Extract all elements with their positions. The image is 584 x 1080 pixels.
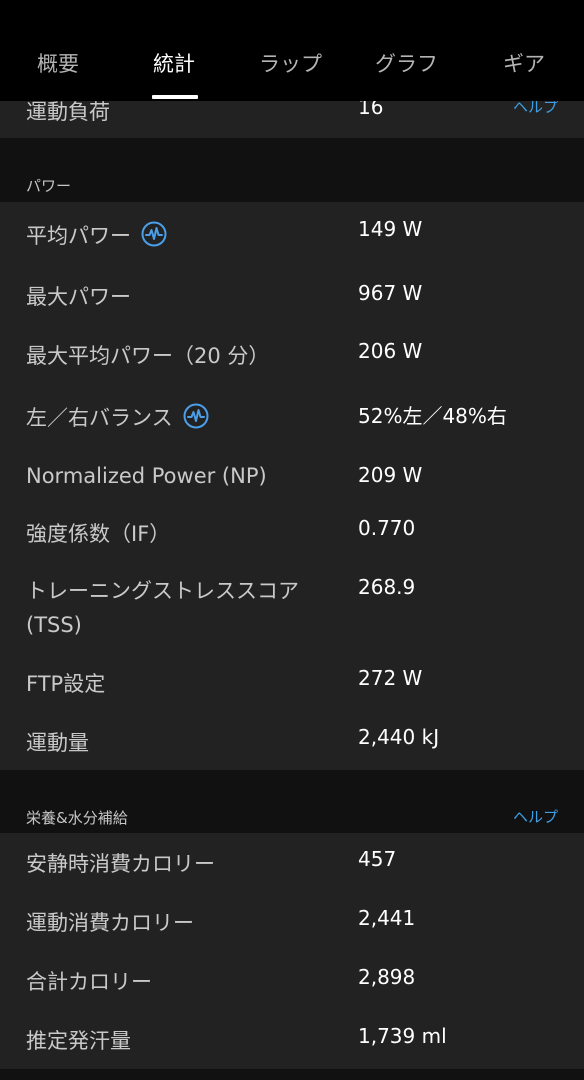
stat-value: 206 W: [358, 339, 423, 363]
tab-overview[interactable]: 概要: [37, 48, 79, 78]
power-section-header: パワー: [0, 138, 584, 202]
stat-label: 最大平均パワー（20 分）: [26, 344, 270, 368]
nutrition-section-header: 栄養&水分補給 ヘルプ: [0, 770, 584, 833]
nutrition-stats-group: 安静時消費カロリー 457 運動消費カロリー 2,441 合計カロリー 2,89…: [0, 833, 584, 1069]
stat-label: 平均パワー: [26, 220, 167, 252]
stat-value: 272 W: [358, 666, 423, 690]
power-section-title: パワー: [26, 177, 72, 195]
stat-value: 1,739 ml: [358, 1024, 447, 1048]
stat-value: 0.770: [358, 516, 416, 540]
tab-stats[interactable]: 統計: [153, 48, 195, 78]
stat-label: FTP設定: [26, 672, 106, 696]
stat-value: 2,440 kJ: [358, 725, 440, 749]
tab-gear[interactable]: ギア: [503, 48, 545, 78]
stat-value: 2,441: [358, 906, 416, 930]
stat-value: 457: [358, 847, 397, 871]
stat-label: 運動消費カロリー: [26, 911, 194, 935]
stat-label: 最大パワー: [26, 285, 131, 309]
stat-label: 運動量: [26, 731, 89, 755]
stat-label: 推定発汗量: [26, 1029, 131, 1053]
tab-graphs[interactable]: グラフ: [375, 48, 438, 78]
stat-label: 安静時消費カロリー: [26, 852, 215, 876]
stats-scroll-content[interactable]: 運動負荷 16 ヘルプ パワー 平均パワー 149 W 最大パワー 967 W …: [0, 0, 584, 1080]
stat-label: トレーニングストレススコア (TSS): [26, 579, 299, 637]
nutrition-help-link[interactable]: ヘルプ: [513, 806, 558, 827]
stat-value: 2,898: [358, 965, 416, 989]
power-wave-icon[interactable]: [183, 403, 209, 429]
stat-value: 52%左／48%右: [358, 404, 507, 428]
stat-value: 209 W: [358, 463, 423, 487]
power-wave-icon[interactable]: [141, 221, 167, 247]
tab-laps[interactable]: ラップ: [259, 48, 322, 78]
stat-value: 967 W: [358, 281, 423, 305]
power-stats-group: 平均パワー 149 W 最大パワー 967 W 最大平均パワー（20 分） 20…: [0, 202, 584, 770]
stat-value: 268.9: [358, 575, 416, 599]
nutrition-section-title: 栄養&水分補給: [26, 809, 128, 827]
stat-value: 149 W: [358, 217, 423, 241]
lr-balance-label: 左／右バランス: [26, 406, 173, 430]
stat-label: 合計カロリー: [26, 970, 152, 994]
stat-label: 左／右バランス: [26, 402, 209, 434]
active-tab-indicator: [152, 95, 198, 99]
stat-label: Normalized Power (NP): [26, 464, 267, 488]
stat-label: 強度係数（IF）: [26, 522, 171, 546]
top-tab-bar: 概要 統計 ラップ グラフ ギア: [0, 0, 584, 101]
avg-power-label: 平均パワー: [26, 224, 131, 248]
